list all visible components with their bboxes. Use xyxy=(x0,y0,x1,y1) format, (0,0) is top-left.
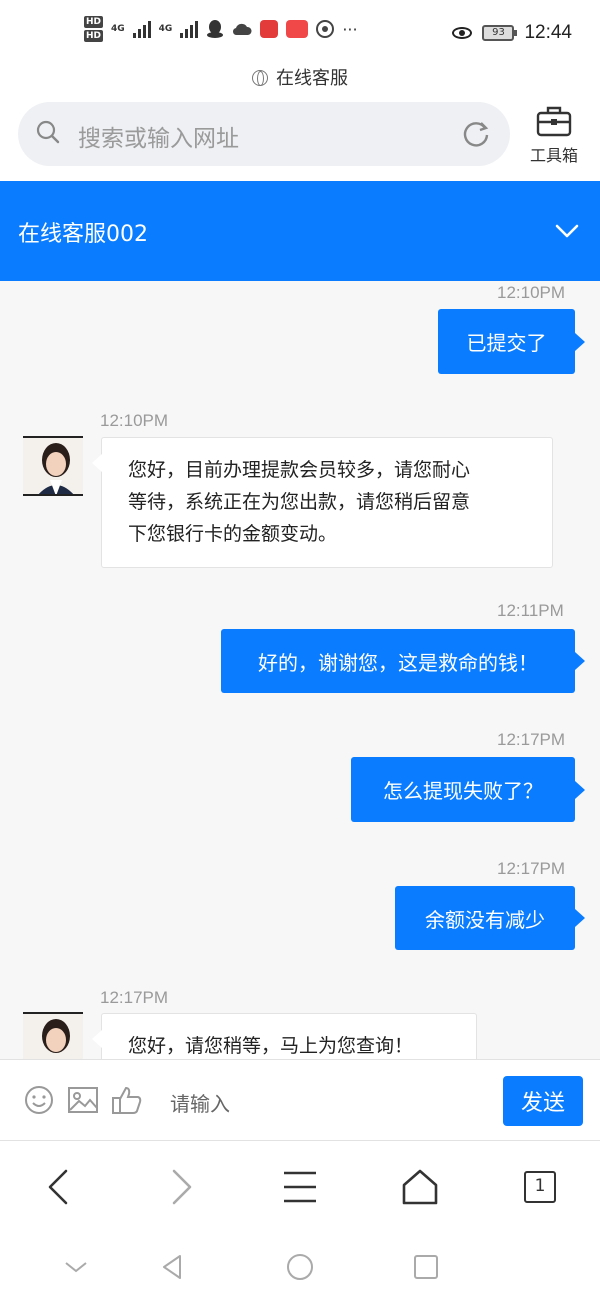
qq-icon xyxy=(207,20,224,38)
battery-icon: 93 xyxy=(482,25,518,41)
message-time: 12:17PM xyxy=(100,988,169,1007)
signal-icon xyxy=(132,20,151,38)
message-line: 您好，目前办理提款会员较多，请您耐心 xyxy=(128,459,471,481)
home-icon[interactable] xyxy=(400,1167,440,1207)
signal-icon xyxy=(180,20,199,38)
system-nav-bar xyxy=(0,1233,600,1300)
network-type: 4G xyxy=(111,24,125,34)
menu-icon[interactable] xyxy=(280,1167,320,1207)
message-line: 您好，请您稍等，马上为您查询！ xyxy=(128,1035,414,1057)
agent-avatar xyxy=(23,1012,83,1059)
chevron-down-icon[interactable] xyxy=(62,1253,90,1281)
search-icon xyxy=(36,120,60,144)
message-text: 余额没有减少 xyxy=(425,907,545,932)
agent-avatar-image xyxy=(23,1014,83,1059)
hd-badge: HD xyxy=(84,30,104,42)
message-text: 已提交了 xyxy=(466,331,547,355)
system-back-icon[interactable] xyxy=(158,1253,186,1281)
incoming-message[interactable]: 您好，请您稍等，马上为您查询！ xyxy=(92,1013,477,1059)
status-right: 93 12:44 xyxy=(452,22,572,44)
message-time: 12:11PM xyxy=(497,601,564,620)
outgoing-message[interactable]: 已提交了 xyxy=(438,309,585,374)
status-left: HD HD 4G 4G ··· xyxy=(84,16,358,42)
outgoing-message[interactable]: 怎么提现失败了？ xyxy=(351,757,585,822)
page-title-text: 在线客服 xyxy=(276,68,348,89)
chevron-down-icon[interactable] xyxy=(552,216,582,246)
status-bar: HD HD 4G 4G ··· 93 12:44 xyxy=(0,0,600,62)
page-title: 在线客服 xyxy=(0,64,600,90)
refresh-icon[interactable] xyxy=(460,118,492,150)
message-input-bar: 请输入 发送 xyxy=(0,1059,600,1141)
forward-icon[interactable] xyxy=(160,1167,200,1207)
reader-app-icon xyxy=(260,20,279,38)
app-icon xyxy=(316,20,335,38)
message-time: 12:10PM xyxy=(497,283,566,302)
thumbs-up-icon[interactable] xyxy=(111,1084,143,1116)
address-bar[interactable]: 搜索或输入网址 xyxy=(18,102,510,166)
message-time: 12:10PM xyxy=(100,411,169,430)
message-text: 好的，谢谢您，这是救命的钱！ xyxy=(258,650,538,675)
chat-messages[interactable]: 12:10PM 已提交了 12:10PM 您好，目前办理提款会员较多，请您耐心 … xyxy=(0,281,600,1059)
agent-avatar-image xyxy=(23,438,83,494)
toolbox-button[interactable]: 工具箱 xyxy=(522,104,586,168)
tabs-button[interactable]: 1 xyxy=(524,1171,556,1203)
more-notifications-icon: ··· xyxy=(342,19,358,39)
agent-avatar xyxy=(23,436,83,496)
back-icon[interactable] xyxy=(40,1167,80,1207)
address-input[interactable]: 搜索或输入网址 xyxy=(78,119,239,153)
hd-indicators: HD HD xyxy=(84,16,104,42)
message-input[interactable]: 请输入 xyxy=(170,1088,230,1117)
toolbox-label: 工具箱 xyxy=(529,146,578,165)
chat-title: 在线客服002 xyxy=(18,222,148,247)
emoji-icon[interactable] xyxy=(23,1084,55,1116)
cloud-icon xyxy=(233,23,252,36)
message-text: 怎么提现失败了？ xyxy=(383,779,543,803)
network-type: 4G xyxy=(158,24,173,34)
send-button[interactable]: 发送 xyxy=(503,1076,583,1126)
message-line: 下您银行卡的金额变动。 xyxy=(128,523,338,545)
clock: 12:44 xyxy=(524,22,572,43)
toolbox-icon xyxy=(536,106,572,137)
outgoing-message[interactable]: 余额没有减少 xyxy=(395,886,585,950)
system-recents-icon[interactable] xyxy=(412,1253,440,1281)
tab-count: 1 xyxy=(534,1176,546,1196)
globe-icon xyxy=(252,70,268,86)
message-line: 等待，系统正在为您出款，请您稍后留意 xyxy=(128,491,471,513)
eye-comfort-icon xyxy=(452,27,473,39)
browser-toolbar: 1 xyxy=(0,1141,600,1233)
system-home-icon[interactable] xyxy=(286,1253,314,1281)
message-time: 12:17PM xyxy=(497,730,566,749)
outgoing-message[interactable]: 好的，谢谢您，这是救命的钱！ xyxy=(221,629,585,693)
toutiao-app-icon xyxy=(286,20,309,38)
incoming-message[interactable]: 您好，目前办理提款会员较多，请您耐心 等待，系统正在为您出款，请您稍后留意 下您… xyxy=(92,437,553,568)
image-icon[interactable] xyxy=(67,1084,99,1116)
chat-header: 在线客服002 xyxy=(0,181,600,281)
message-time: 12:17PM xyxy=(497,859,566,878)
hd-badge: HD xyxy=(84,16,104,28)
